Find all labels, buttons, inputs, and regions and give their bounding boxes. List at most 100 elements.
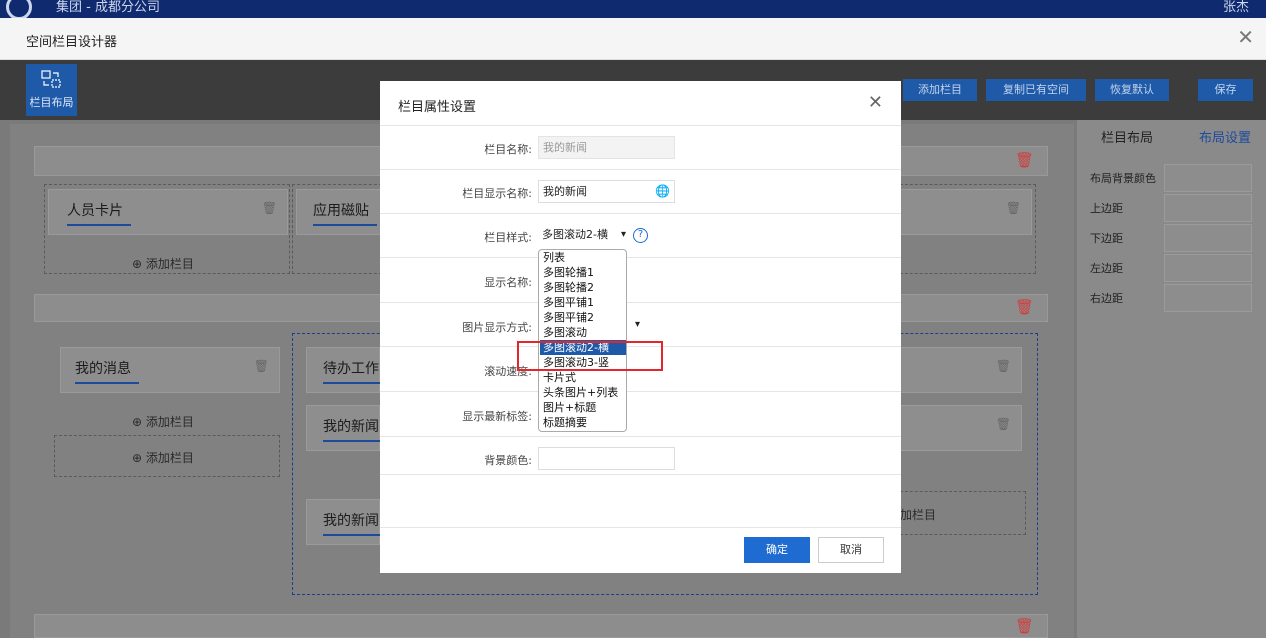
style-option[interactable]: 多图轮播2 — [543, 280, 626, 295]
style-option[interactable]: 标题摘要 — [543, 415, 626, 430]
show-new-tag-label: 显示最新标签: — [462, 410, 532, 423]
column-card-app-tiles[interactable]: 应用磁贴 — [296, 189, 382, 235]
add-column-link-1[interactable]: ⊕ 添加栏目 — [132, 255, 194, 272]
window-close-icon[interactable]: ✕ — [1237, 27, 1254, 47]
column-card-title: 人员卡片 — [67, 203, 123, 219]
style-option[interactable]: 多图平铺2 — [543, 310, 626, 325]
footer-divider — [380, 527, 901, 528]
delete-icon[interactable]: 🗑 — [1006, 201, 1021, 215]
save-button[interactable]: 保存 — [1198, 79, 1253, 101]
copy-space-button[interactable]: 复制已有空间 — [986, 79, 1086, 101]
globe-icon[interactable]: 🌐 — [655, 181, 670, 202]
help-icon[interactable]: ? — [633, 228, 648, 243]
delete-icon[interactable]: 🗑 — [996, 359, 1011, 373]
column-name-input[interactable]: 我的新闻 — [538, 136, 675, 159]
divider — [380, 213, 901, 214]
plus-circle-icon: ⊕ — [132, 451, 146, 465]
layout-tool-button[interactable]: 栏目布局 — [26, 64, 77, 116]
title-underline — [75, 382, 139, 384]
divider — [380, 257, 901, 258]
column-card-right-2[interactable]: 🗑 — [900, 405, 1022, 451]
delete-icon[interactable]: 🗑 — [262, 201, 277, 215]
column-style-label: 栏目样式: — [484, 231, 532, 244]
column-card-right-1[interactable]: 🗑 — [900, 347, 1022, 393]
divider — [380, 436, 901, 437]
title-underline — [313, 224, 377, 226]
column-card-title: 待办工作 — [323, 361, 379, 377]
add-column-label: 添加栏目 — [145, 415, 194, 429]
layout-row-3-header[interactable] — [34, 614, 1048, 638]
margin-top-input[interactable] — [1164, 194, 1252, 222]
user-name[interactable]: 张杰 — [1223, 0, 1249, 15]
style-option[interactable]: 多图轮播1 — [543, 265, 626, 280]
title-underline — [323, 382, 387, 384]
add-column-label: 添加栏目 — [145, 451, 194, 465]
chevron-down-icon: ▾ — [620, 229, 626, 240]
style-option[interactable]: 图片+标题 — [543, 400, 626, 415]
title-underline — [67, 224, 131, 226]
column-name-label: 栏目名称: — [484, 143, 532, 156]
column-card-news-2[interactable]: 我的新闻 — [306, 499, 387, 545]
show-name-label: 显示名称: — [484, 276, 532, 289]
margin-bottom-input[interactable] — [1164, 224, 1252, 252]
column-card-title: 我的新闻 — [323, 419, 379, 435]
bg-color-field-input[interactable] — [538, 447, 675, 470]
margin-bottom-label: 下边距 — [1090, 232, 1123, 245]
divider — [380, 474, 901, 475]
margin-right-label: 右边距 — [1090, 292, 1123, 305]
add-column-partial[interactable]: 加栏目 — [900, 506, 936, 523]
style-option[interactable]: 卡片式 — [543, 370, 626, 385]
layout-tool-label: 栏目布局 — [29, 96, 74, 109]
column-card-title: 应用磁贴 — [313, 203, 369, 219]
window-title: 空间栏目设计器 — [26, 35, 118, 50]
style-option[interactable]: 多图平铺1 — [543, 295, 626, 310]
style-option[interactable]: 多图滚动 — [543, 325, 626, 340]
tab-layout[interactable]: 栏目布局 — [1101, 127, 1153, 146]
add-column-label: 添加栏目 — [145, 257, 194, 271]
column-card-my-messages[interactable]: 我的消息 🗑 — [60, 347, 280, 393]
delete-row-2-icon[interactable]: 🗑 — [1015, 298, 1034, 316]
style-option[interactable]: 头条图片+列表 — [543, 385, 626, 400]
divider — [380, 302, 901, 303]
plus-circle-icon: ⊕ — [132, 415, 146, 429]
column-card-news-1[interactable]: 我的新闻 — [306, 405, 387, 451]
dialog-title: 栏目属性设置 — [398, 100, 477, 115]
column-card-3[interactable]: 🗑 — [900, 189, 1032, 235]
column-card-title: 我的消息 — [75, 361, 131, 377]
column-style-value: 多图滚动2-横 — [542, 228, 608, 241]
divider — [380, 391, 901, 392]
restore-default-button[interactable]: 恢复默认 — [1095, 79, 1169, 101]
column-card-person[interactable]: 人员卡片 🗑 — [48, 189, 288, 235]
divider — [380, 169, 901, 170]
cancel-button[interactable]: 取消 — [818, 537, 884, 563]
add-column-link-3[interactable]: ⊕ 添加栏目 — [132, 449, 194, 466]
display-name-label: 栏目显示名称: — [462, 187, 532, 200]
add-column-link-2[interactable]: ⊕ 添加栏目 — [132, 413, 194, 430]
delete-icon[interactable]: 🗑 — [254, 359, 269, 373]
window-titlebar: 空间栏目设计器 ✕ — [0, 18, 1266, 60]
tab-layout-settings[interactable]: 布局设置 — [1199, 127, 1251, 146]
dialog-close-icon[interactable]: ✕ — [868, 92, 883, 113]
delete-row-3-icon[interactable]: 🗑 — [1015, 617, 1034, 635]
style-option[interactable]: 列表 — [543, 250, 626, 265]
layout-icon — [41, 70, 61, 88]
scroll-speed-label: 滚动速度: — [484, 365, 532, 378]
delete-icon[interactable]: 🗑 — [996, 417, 1011, 431]
bg-color-input[interactable] — [1164, 164, 1252, 192]
display-name-value: 我的新闻 — [543, 185, 587, 198]
confirm-button[interactable]: 确定 — [744, 537, 810, 563]
title-underline — [323, 440, 387, 442]
highlight-annotation — [517, 341, 663, 371]
chevron-down-icon: ▾ — [634, 319, 640, 330]
title-underline — [323, 534, 387, 536]
column-properties-dialog: 栏目属性设置 ✕ 栏目名称: 我的新闻 栏目显示名称: 我的新闻 🌐 栏目样式:… — [380, 81, 901, 573]
margin-left-input[interactable] — [1164, 254, 1252, 282]
add-column-button[interactable]: 添加栏目 — [903, 79, 977, 101]
delete-row-1-icon[interactable]: 🗑 — [1015, 151, 1034, 169]
display-name-input[interactable]: 我的新闻 🌐 — [538, 180, 675, 203]
margin-top-label: 上边距 — [1090, 202, 1123, 215]
app-logo-icon — [6, 0, 32, 18]
column-style-select[interactable]: 多图滚动2-横 ▾ — [538, 224, 628, 247]
column-card-todo[interactable]: 待办工作 — [306, 347, 387, 393]
margin-right-input[interactable] — [1164, 284, 1252, 312]
